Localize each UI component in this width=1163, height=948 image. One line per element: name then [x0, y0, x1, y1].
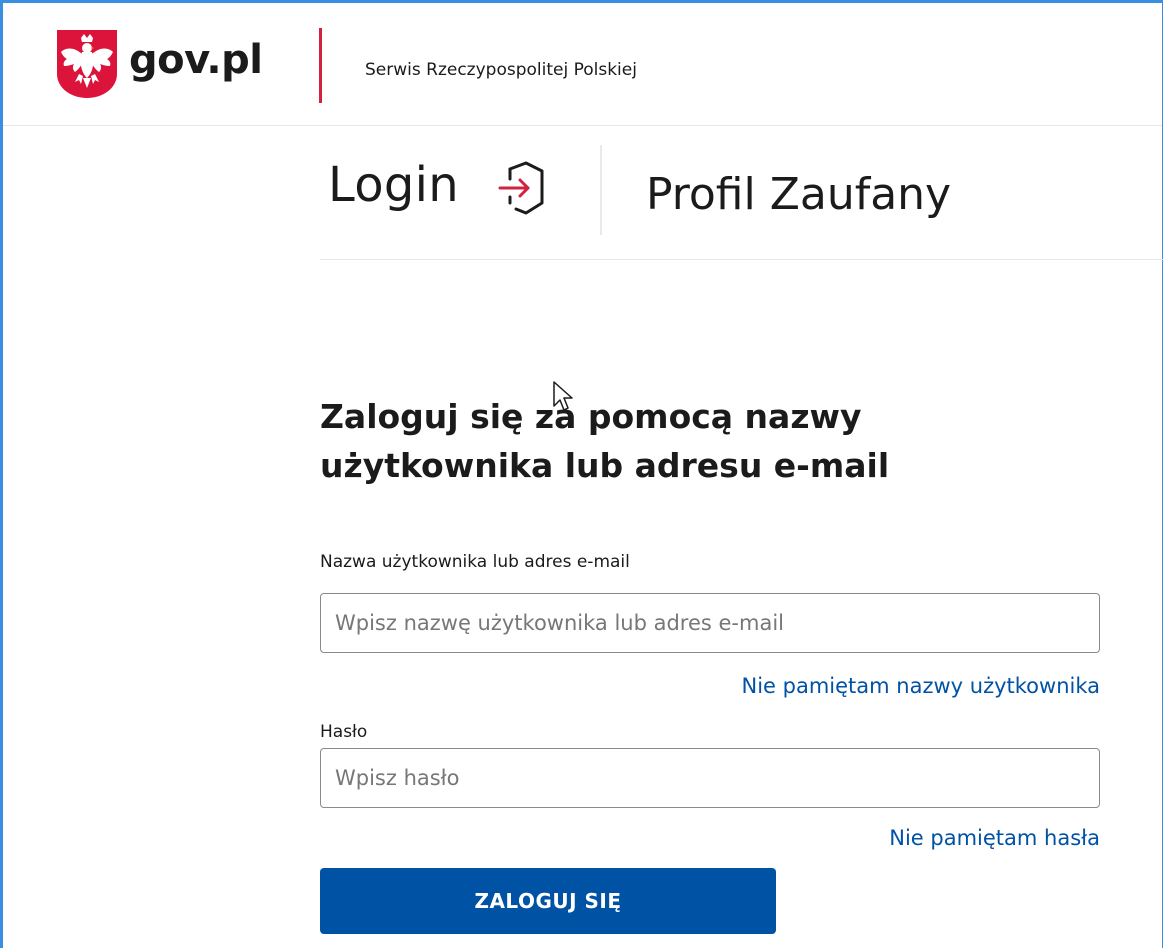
login-arrow-icon	[498, 161, 544, 215]
govpl-home-link[interactable]: gov.pl	[55, 28, 263, 100]
polish-eagle-emblem-icon	[57, 30, 117, 98]
username-label: Nazwa użytkownika lub adres e-mail	[320, 552, 630, 572]
product-header: Login Profil Zaufany	[320, 145, 1163, 260]
header-divider	[319, 28, 322, 103]
login-title: Login	[328, 157, 459, 213]
forgot-username-link[interactable]: Nie pamiętam nazwy użytkownika	[742, 674, 1101, 698]
product-name: Profil Zaufany	[646, 169, 952, 220]
form-heading: Zaloguj się za pomocą nazwy użytkownika …	[320, 397, 890, 485]
mouse-pointer-icon	[553, 381, 573, 411]
password-input[interactable]	[320, 748, 1100, 808]
product-divider	[600, 145, 602, 235]
login-submit-button[interactable]: ZALOGUJ SIĘ	[320, 868, 776, 934]
forgot-password-link[interactable]: Nie pamiętam hasła	[889, 826, 1100, 850]
service-name: Serwis Rzeczypospolitej Polskiej	[365, 60, 637, 80]
site-header: gov.pl Serwis Rzeczypospolitej Polskiej	[3, 3, 1162, 126]
brand-name: gov.pl	[129, 37, 263, 83]
password-label: Hasło	[320, 722, 368, 742]
username-input[interactable]	[320, 593, 1100, 653]
